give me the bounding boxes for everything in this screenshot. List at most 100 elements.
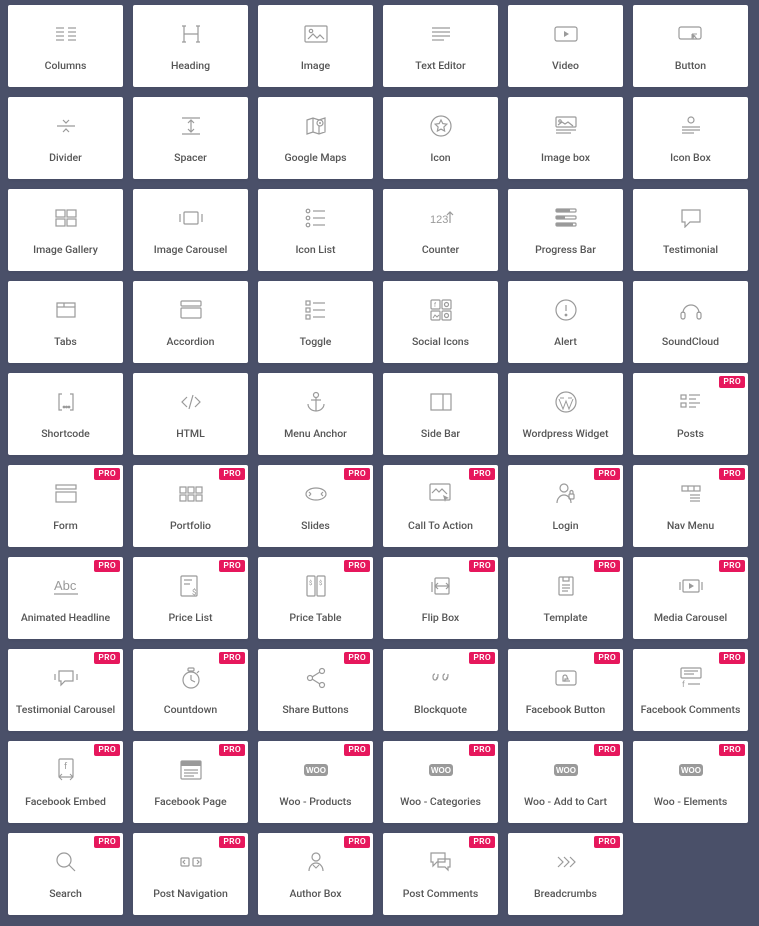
widget-label: Woo - Categories [396, 795, 485, 808]
svg-text:WOO: WOO [681, 766, 701, 775]
widget-shortcode[interactable]: Shortcode [8, 373, 123, 455]
blockquote-icon [432, 664, 450, 692]
widget-countdown[interactable]: PROCountdown [133, 649, 248, 731]
pro-badge: PRO [344, 652, 370, 664]
widget-gallery[interactable]: Image Gallery [8, 189, 123, 271]
widget-flipbox[interactable]: PROFlip Box [383, 557, 498, 639]
widget-counter[interactable]: 123 Counter [383, 189, 498, 271]
pro-badge: PRO [219, 744, 245, 756]
template-icon [556, 572, 576, 600]
svg-text:$: $ [319, 580, 323, 587]
widget-image[interactable]: Image [258, 5, 373, 87]
widget-toggle[interactable]: Toggle [258, 281, 373, 363]
widget-fbcomments[interactable]: PROfFacebook Comments [633, 649, 748, 731]
sound-icon [679, 296, 703, 324]
portfolio-icon [179, 480, 203, 508]
widget-woo[interactable]: PROWOOWoo - Add to Cart [508, 741, 623, 823]
widget-progress[interactable]: Progress Bar [508, 189, 623, 271]
widget-label: Post Comments [399, 887, 483, 900]
social-icon: f [430, 296, 452, 324]
widget-tabs[interactable]: Tabs [8, 281, 123, 363]
widget-label: Icon Box [666, 151, 715, 164]
widget-heading[interactable]: Heading [133, 5, 248, 87]
widget-blockquote[interactable]: PROBlockquote [383, 649, 498, 731]
author-icon [305, 848, 327, 876]
widget-star[interactable]: Icon [383, 97, 498, 179]
widget-sound[interactable]: SoundCloud [633, 281, 748, 363]
widget-map[interactable]: Google Maps [258, 97, 373, 179]
widget-video[interactable]: Video [508, 5, 623, 87]
fbpage-icon [180, 756, 202, 784]
widget-template[interactable]: PROTemplate [508, 557, 623, 639]
svg-text:123: 123 [430, 214, 448, 226]
widget-label: Animated Headline [17, 611, 114, 624]
widget-pricelist[interactable]: PRO$Price List [133, 557, 248, 639]
widget-label: Toggle [296, 335, 336, 348]
widget-label: Progress Bar [531, 243, 600, 256]
widget-sidebar[interactable]: Side Bar [383, 373, 498, 455]
widget-label: Image Gallery [29, 243, 102, 256]
widget-label: Countdown [160, 703, 222, 716]
widget-fbbutton[interactable]: PROFacebook Button [508, 649, 623, 731]
pro-badge: PRO [594, 836, 620, 848]
widget-alert[interactable]: Alert [508, 281, 623, 363]
star-icon [430, 112, 452, 140]
widget-posts[interactable]: PROPosts [633, 373, 748, 455]
widget-pricetable[interactable]: PRO$$Price Table [258, 557, 373, 639]
widget-label: Alert [550, 335, 581, 348]
pro-badge: PRO [469, 652, 495, 664]
widget-iconlist[interactable]: Icon List [258, 189, 373, 271]
widget-testcar[interactable]: PROTestimonial Carousel [8, 649, 123, 731]
widget-portfolio[interactable]: PROPortfolio [133, 465, 248, 547]
widget-iconbox[interactable]: Icon Box [633, 97, 748, 179]
pro-badge: PRO [219, 468, 245, 480]
widget-woo[interactable]: PROWOOWoo - Products [258, 741, 373, 823]
text-icon [430, 20, 452, 48]
widget-html[interactable]: HTML [133, 373, 248, 455]
fbembed-icon: f [56, 756, 76, 784]
svg-text:Abc: Abc [54, 578, 77, 593]
widget-label: Facebook Button [522, 703, 609, 716]
widget-divider[interactable]: Divider [8, 97, 123, 179]
widget-accordion[interactable]: Accordion [133, 281, 248, 363]
widget-wordpress[interactable]: Wordpress Widget [508, 373, 623, 455]
widget-fbembed[interactable]: PROfFacebook Embed [8, 741, 123, 823]
widget-imgbox[interactable]: Image box [508, 97, 623, 179]
pricetable-icon: $$ [306, 572, 326, 600]
pro-badge: PRO [94, 744, 120, 756]
widget-fbpage[interactable]: PROFacebook Page [133, 741, 248, 823]
widget-woo[interactable]: PROWOOWoo - Categories [383, 741, 498, 823]
widget-social[interactable]: f Social Icons [383, 281, 498, 363]
widget-label: Social Icons [408, 335, 473, 348]
widget-spacer[interactable]: Spacer [133, 97, 248, 179]
widget-label: Price Table [285, 611, 345, 624]
widget-testimonial[interactable]: Testimonial [633, 189, 748, 271]
map-icon [305, 112, 327, 140]
woo-icon: WOO [303, 756, 329, 784]
widget-share[interactable]: PROShare Buttons [258, 649, 373, 731]
pro-badge: PRO [719, 560, 745, 572]
widget-anchor[interactable]: Menu Anchor [258, 373, 373, 455]
widget-text[interactable]: Text Editor [383, 5, 498, 87]
widget-label: Login [548, 519, 582, 532]
widget-columns[interactable]: Columns [8, 5, 123, 87]
accordion-icon [180, 296, 202, 324]
widget-navmenu[interactable]: PRONav Menu [633, 465, 748, 547]
widget-cta[interactable]: PROCall To Action [383, 465, 498, 547]
widget-label: Counter [418, 243, 463, 256]
widget-label: Author Box [285, 887, 345, 900]
widget-slides[interactable]: PROSlides [258, 465, 373, 547]
widget-button[interactable]: Button [633, 5, 748, 87]
widget-label: Image Carousel [150, 243, 232, 256]
cta-icon [429, 480, 453, 508]
widget-login[interactable]: PROLogin [508, 465, 623, 547]
widget-woo[interactable]: PROWOOWoo - Elements [633, 741, 748, 823]
widget-label: Video [548, 59, 583, 72]
carousel-icon [179, 204, 203, 232]
imgbox-icon [555, 112, 577, 140]
widget-animhead[interactable]: PROAbcAnimated Headline [8, 557, 123, 639]
widget-mediacar[interactable]: PROMedia Carousel [633, 557, 748, 639]
widget-form[interactable]: PROForm [8, 465, 123, 547]
widget-label: Heading [167, 59, 214, 72]
widget-carousel[interactable]: Image Carousel [133, 189, 248, 271]
